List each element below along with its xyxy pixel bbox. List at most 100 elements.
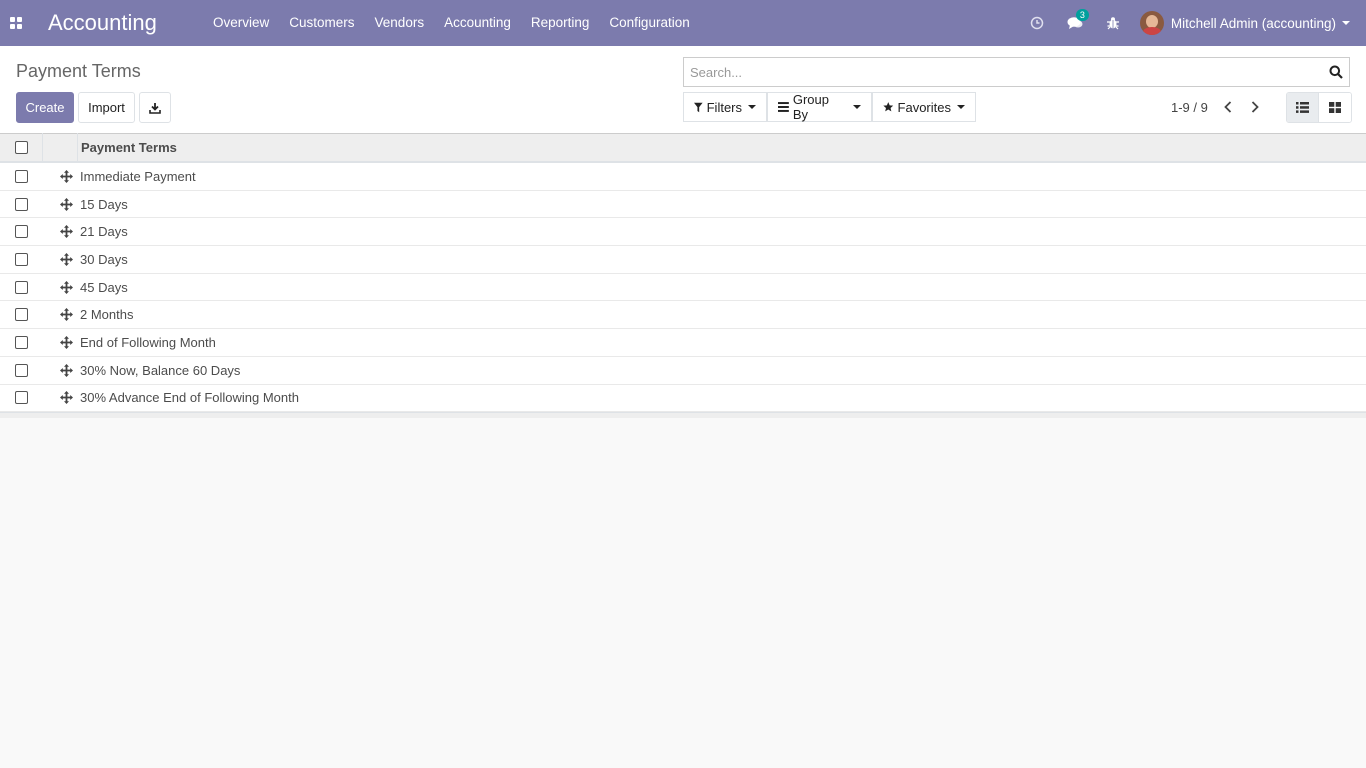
star-icon bbox=[883, 102, 894, 112]
drag-handle[interactable] bbox=[43, 308, 78, 322]
user-menu[interactable]: Mitchell Admin (accounting) bbox=[1132, 0, 1366, 46]
row-checkbox[interactable] bbox=[15, 280, 28, 294]
drag-move-icon bbox=[60, 252, 73, 266]
payment-term-name: 21 Days bbox=[80, 224, 128, 240]
drag-handle[interactable] bbox=[43, 335, 78, 349]
table-footer bbox=[0, 412, 1366, 419]
row-checkbox[interactable] bbox=[15, 225, 28, 239]
drag-move-icon bbox=[60, 280, 73, 294]
groupby-label: Group By bbox=[792, 92, 829, 122]
row-checkbox-cell bbox=[0, 308, 43, 322]
row-checkbox[interactable] bbox=[15, 308, 28, 322]
drag-handle[interactable] bbox=[43, 391, 78, 405]
payment-term-name: 30% Advance End of Following Month bbox=[80, 390, 299, 406]
table-row[interactable]: 15 Days bbox=[0, 190, 1366, 219]
drag-handle[interactable] bbox=[43, 169, 78, 183]
menu-customers[interactable]: Customers bbox=[279, 0, 364, 46]
messages-count-badge: 3 bbox=[1075, 9, 1089, 21]
row-checkbox-cell bbox=[0, 335, 43, 349]
drag-move-icon bbox=[60, 197, 73, 211]
pager-previous-button[interactable] bbox=[1216, 96, 1240, 118]
table-row[interactable]: 2 Months bbox=[0, 301, 1366, 330]
table-row[interactable]: 30 Days bbox=[0, 246, 1366, 274]
row-checkbox[interactable] bbox=[15, 335, 28, 349]
favorites-label: Favorites bbox=[897, 99, 951, 115]
row-checkbox-cell bbox=[0, 252, 43, 266]
chevron-left-icon bbox=[1224, 101, 1232, 113]
caret-down-icon bbox=[748, 105, 756, 109]
pager-next-button[interactable] bbox=[1243, 96, 1267, 118]
select-all-checkbox[interactable] bbox=[14, 141, 28, 154]
favorites-dropdown[interactable]: Favorites bbox=[872, 92, 976, 122]
import-button[interactable]: Import bbox=[78, 92, 135, 123]
kanban-view-icon bbox=[1329, 102, 1341, 113]
payment-terms-list: Payment Terms Immediate Payment 15 Days … bbox=[0, 133, 1366, 419]
drag-handle[interactable] bbox=[43, 363, 78, 377]
apps-menu-icon[interactable] bbox=[0, 0, 32, 46]
search-input[interactable] bbox=[684, 58, 1323, 86]
column-header-payment-terms[interactable]: Payment Terms bbox=[78, 140, 177, 155]
table-row[interactable]: Immediate Payment bbox=[0, 163, 1366, 191]
search-icon[interactable] bbox=[1323, 58, 1349, 86]
row-checkbox[interactable] bbox=[15, 197, 28, 211]
filters-dropdown[interactable]: Filters bbox=[683, 92, 767, 122]
payment-term-name: 45 Days bbox=[80, 279, 128, 295]
navbar-systray: 3 Mitchell Admin (accounting) bbox=[1018, 0, 1366, 46]
caret-down-icon bbox=[957, 105, 965, 109]
search-bar bbox=[683, 57, 1350, 87]
row-checkbox[interactable] bbox=[15, 169, 28, 183]
drag-handle[interactable] bbox=[43, 280, 78, 294]
user-avatar bbox=[1139, 11, 1164, 35]
filter-icon bbox=[694, 102, 703, 112]
drag-handle[interactable] bbox=[43, 225, 78, 239]
table-row[interactable]: 21 Days bbox=[0, 218, 1366, 247]
view-switcher bbox=[1286, 92, 1352, 123]
payment-term-name: 30 Days bbox=[80, 251, 128, 267]
row-checkbox-cell bbox=[0, 363, 43, 377]
row-checkbox[interactable] bbox=[15, 252, 28, 266]
drag-move-icon bbox=[60, 391, 73, 405]
list-bars-icon bbox=[778, 102, 789, 112]
row-checkbox-cell bbox=[0, 197, 43, 211]
menu-vendors[interactable]: Vendors bbox=[365, 0, 435, 46]
table-row[interactable]: 30% Advance End of Following Month bbox=[0, 384, 1366, 413]
row-checkbox-cell bbox=[0, 225, 43, 239]
pager-value[interactable]: 1-9 / 9 bbox=[1171, 100, 1208, 115]
list-view-button[interactable] bbox=[1287, 93, 1319, 122]
payment-term-name: 15 Days bbox=[80, 196, 128, 212]
table-row[interactable]: 30% Now, Balance 60 Days bbox=[0, 356, 1366, 385]
menu-accounting[interactable]: Accounting bbox=[434, 0, 521, 46]
kanban-view-button[interactable] bbox=[1319, 93, 1351, 122]
table-row[interactable]: End of Following Month bbox=[0, 329, 1366, 357]
handle-column-header bbox=[43, 133, 78, 162]
create-button[interactable]: Create bbox=[16, 92, 74, 123]
download-icon bbox=[149, 102, 161, 114]
activity-clock-icon[interactable] bbox=[1018, 0, 1056, 46]
drag-handle[interactable] bbox=[43, 252, 78, 266]
menu-configuration[interactable]: Configuration bbox=[599, 0, 699, 46]
drag-move-icon bbox=[60, 363, 73, 377]
user-name: Mitchell Admin (accounting) bbox=[1170, 15, 1336, 31]
row-checkbox-cell bbox=[0, 169, 43, 183]
list-view-icon bbox=[1296, 102, 1309, 113]
row-checkbox[interactable] bbox=[15, 391, 28, 405]
payment-term-name: 30% Now, Balance 60 Days bbox=[80, 362, 241, 378]
top-navbar: Accounting Overview Customers Vendors Ac… bbox=[0, 0, 1366, 46]
caret-down-icon bbox=[1342, 21, 1350, 25]
messages-icon[interactable]: 3 bbox=[1056, 0, 1094, 46]
debug-bug-icon[interactable] bbox=[1094, 0, 1132, 46]
menu-reporting[interactable]: Reporting bbox=[521, 0, 600, 46]
menu-overview[interactable]: Overview bbox=[203, 0, 279, 46]
drag-handle[interactable] bbox=[43, 197, 78, 211]
row-checkbox-cell bbox=[0, 280, 43, 294]
drag-move-icon bbox=[60, 335, 73, 349]
payment-term-name: Immediate Payment bbox=[80, 168, 196, 184]
drag-move-icon bbox=[60, 225, 73, 239]
export-button[interactable] bbox=[139, 92, 171, 123]
app-title[interactable]: Accounting bbox=[48, 10, 198, 36]
row-checkbox[interactable] bbox=[15, 363, 28, 377]
select-all-cell bbox=[0, 133, 43, 162]
groupby-dropdown[interactable]: Group By bbox=[767, 92, 872, 122]
page-title: Payment Terms bbox=[16, 61, 141, 81]
table-row[interactable]: 45 Days bbox=[0, 273, 1366, 302]
